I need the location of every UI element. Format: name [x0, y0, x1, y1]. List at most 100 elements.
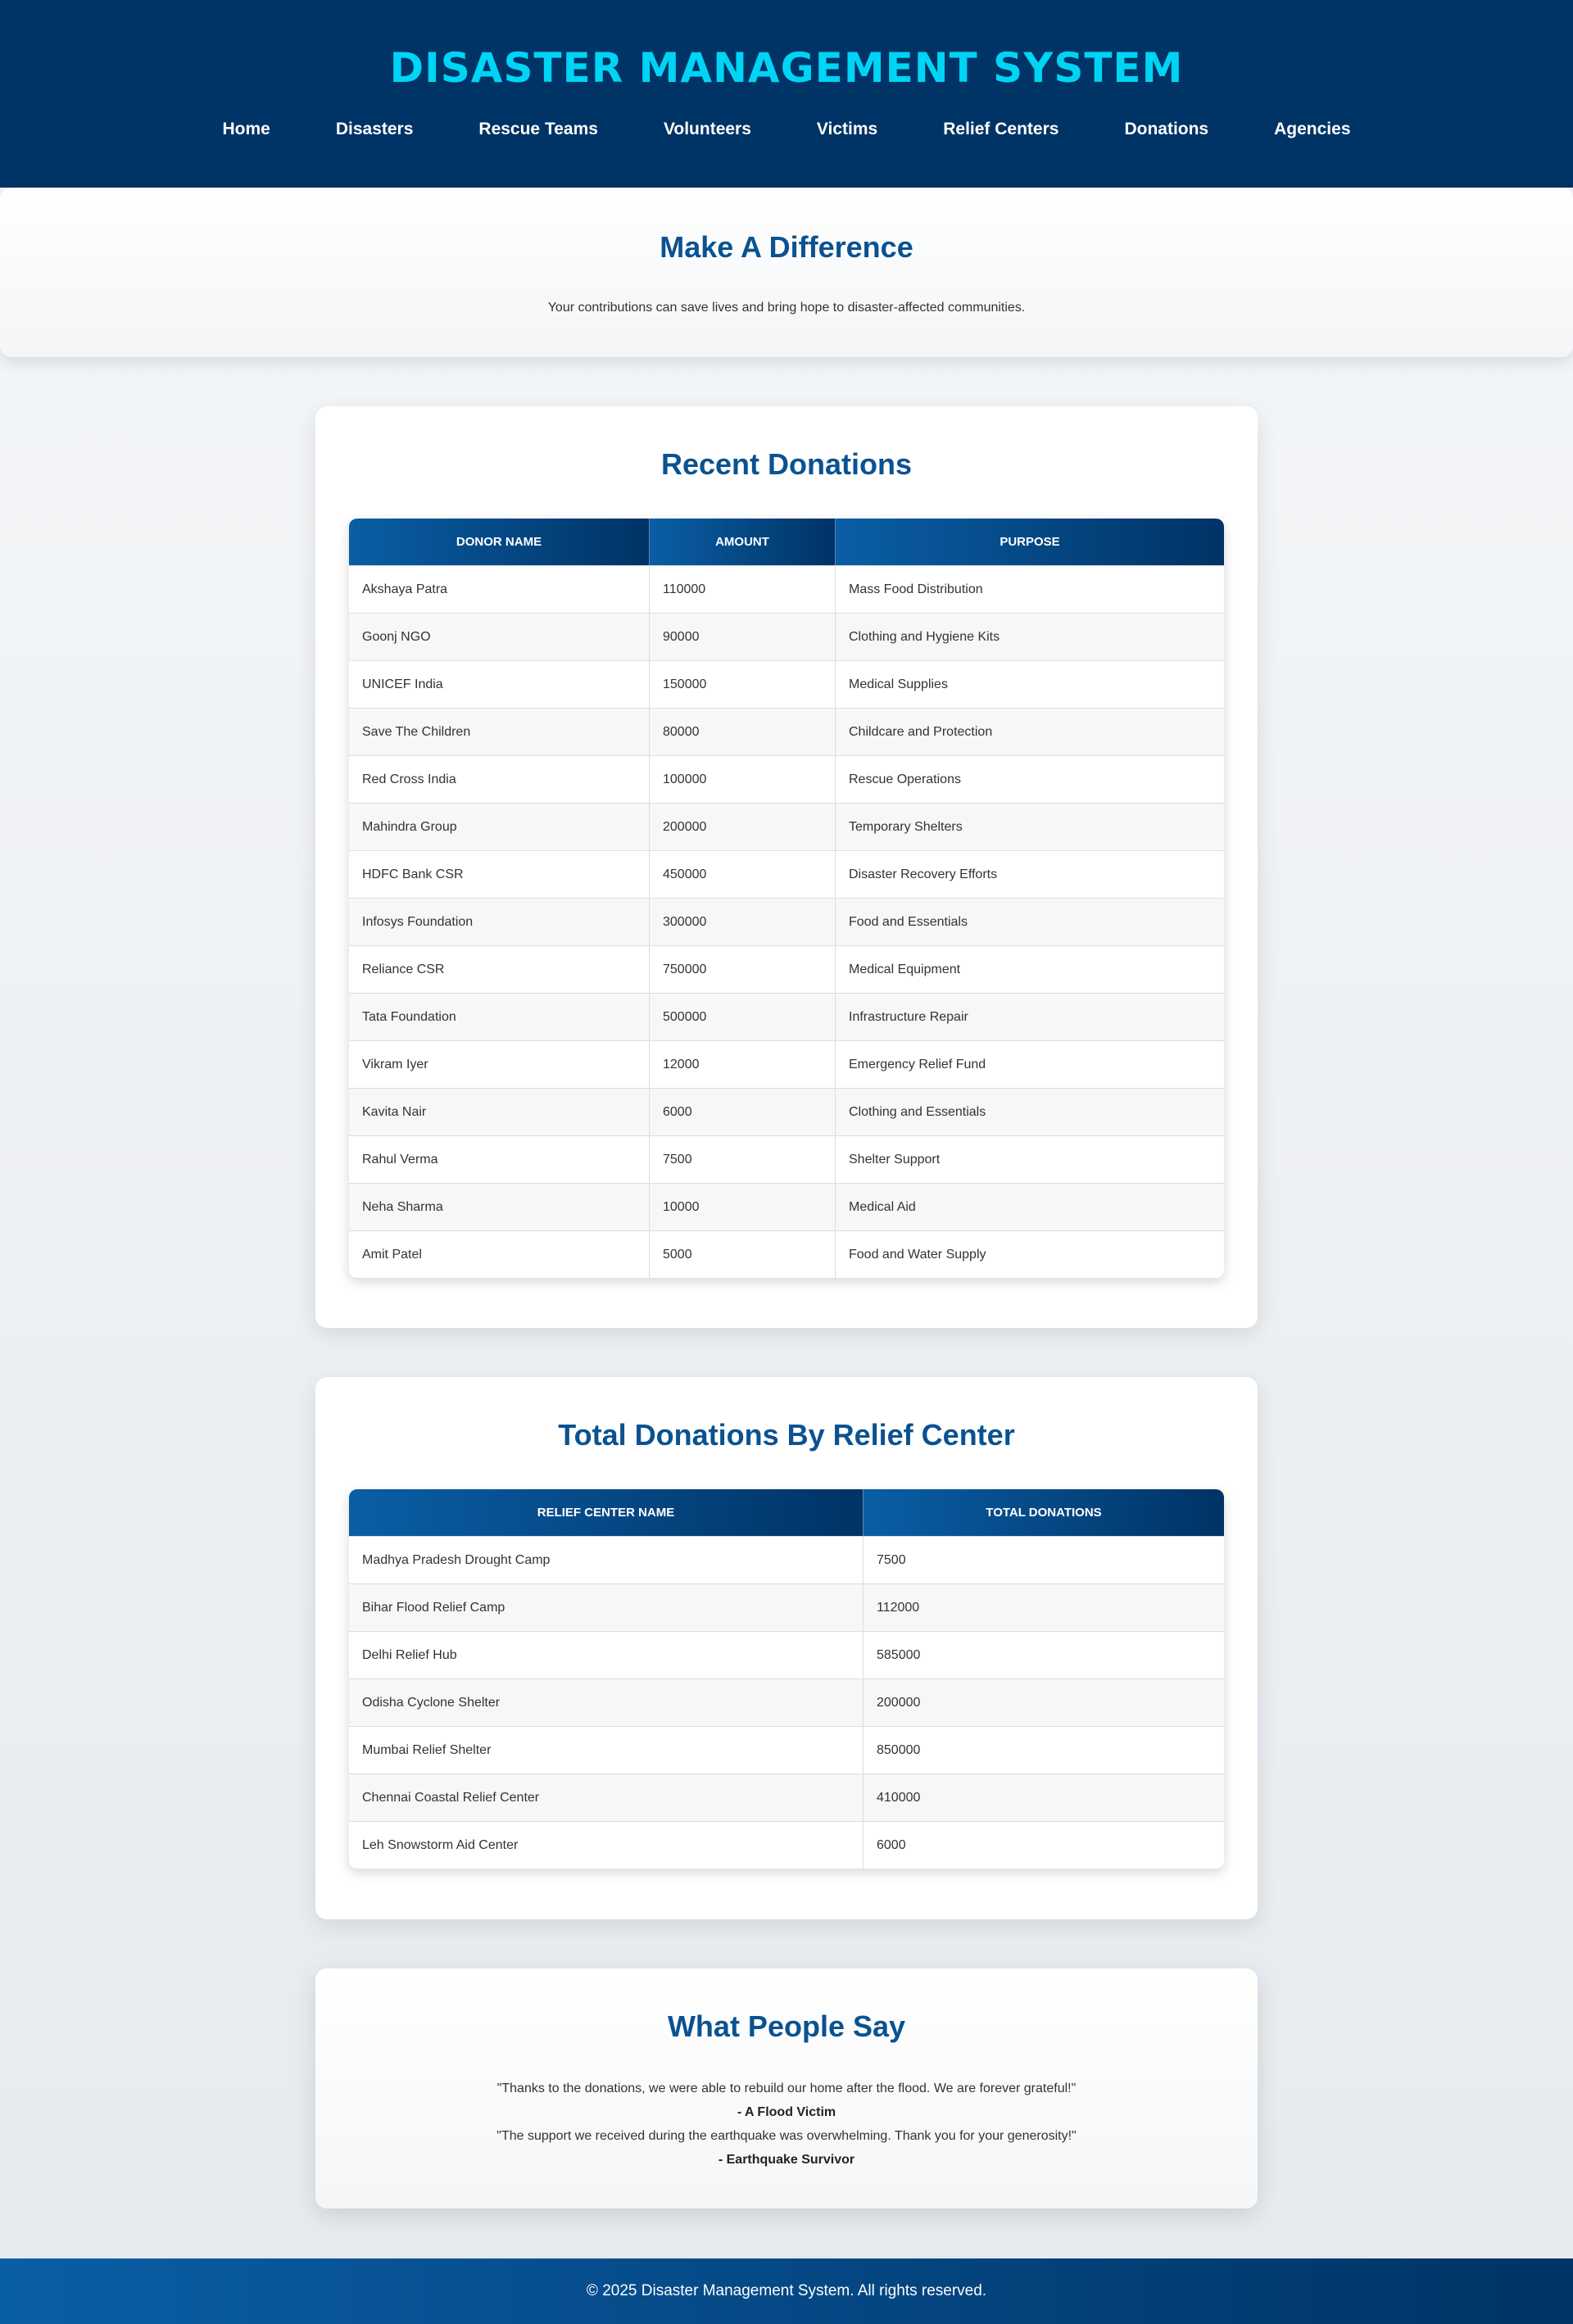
relief-center-name-cell: Chennai Coastal Relief Center [349, 1774, 864, 1821]
table-row: Akshaya Patra 110000 Mass Food Distributio… [349, 565, 1224, 613]
purpose-cell: Medical Aid [836, 1183, 1224, 1230]
purpose-cell: Infrastructure Repair [836, 993, 1224, 1040]
column-header-purpose: Purpose [836, 519, 1224, 565]
testimonials-heading: What People Say [667, 2009, 906, 2043]
donor-name-cell: Red Cross India [349, 755, 650, 803]
recent-donations-heading: Recent Donations [660, 447, 913, 481]
nav-rescue-teams[interactable]: Rescue Teams [446, 120, 631, 139]
purpose-cell: Medical Supplies [836, 660, 1224, 708]
total-donations-cell: 112000 [864, 1583, 1224, 1631]
table-header-row: Relief Center Name Total Donations [349, 1489, 1224, 1536]
testimonials-list: "Thanks to the donations, we were able t… [315, 2077, 1258, 2172]
total-donations-cell: 200000 [864, 1678, 1224, 1726]
amount-cell: 200000 [650, 803, 836, 850]
center-totals-body: Madhya Pradesh Drought Camp 7500 Bihar Fl… [349, 1536, 1224, 1869]
table-row: Amit Patel 5000 Food and Water Supply [349, 1230, 1224, 1278]
site-footer: © 2025 Disaster Management System. All r… [0, 2258, 1573, 2324]
relief-center-name-cell: Madhya Pradesh Drought Camp [349, 1536, 864, 1583]
amount-cell: 100000 [650, 755, 836, 803]
amount-cell: 300000 [650, 898, 836, 945]
nav-volunteers[interactable]: Volunteers [631, 120, 784, 139]
purpose-cell: Temporary Shelters [836, 803, 1224, 850]
hero-section: Make A Difference Your contributions can… [0, 188, 1573, 357]
testimonial-quote: "The support we received during the eart… [496, 2129, 1077, 2143]
donor-name-cell: Goonj NGO [349, 613, 650, 660]
donor-name-cell: UNICEF India [349, 660, 650, 708]
donor-name-cell: HDFC Bank CSR [349, 850, 650, 898]
purpose-cell: Emergency Relief Fund [836, 1040, 1224, 1088]
donor-name-cell: Infosys Foundation [349, 898, 650, 945]
table-row: Bihar Flood Relief Camp 112000 [349, 1583, 1224, 1631]
testimonial-author: - Earthquake Survivor [718, 2153, 855, 2167]
nav-agencies[interactable]: Agencies [1241, 120, 1383, 139]
amount-cell: 150000 [650, 660, 836, 708]
nav-relief-centers[interactable]: Relief Centers [910, 120, 1091, 139]
amount-cell: 6000 [650, 1088, 836, 1135]
purpose-cell: Shelter Support [836, 1135, 1224, 1183]
table-row: Mahindra Group 200000 Temporary Shelters [349, 803, 1224, 850]
amount-cell: 500000 [650, 993, 836, 1040]
column-header-donor-name: Donor Name [349, 519, 650, 565]
recent-donations-table: Donor Name Amount Purpose Akshaya Patra 1… [349, 519, 1224, 1278]
column-header-total-donations: Total Donations [864, 1489, 1224, 1536]
table-row: Mumbai Relief Shelter 850000 [349, 1726, 1224, 1774]
hero-heading: Make A Difference [660, 230, 913, 264]
amount-cell: 80000 [650, 708, 836, 755]
center-totals-heading: Total Donations By Relief Center [558, 1418, 1015, 1452]
purpose-cell: Clothing and Essentials [836, 1088, 1224, 1135]
site-title: DISASTER MANAGEMENT SYSTEM [389, 44, 1184, 92]
table-row: Neha Sharma 10000 Medical Aid [349, 1183, 1224, 1230]
amount-cell: 7500 [650, 1135, 836, 1183]
table-header-row: Donor Name Amount Purpose [349, 519, 1224, 565]
center-totals-card: Total Donations By Relief Center Relief … [315, 1377, 1258, 1919]
purpose-cell: Medical Equipment [836, 945, 1224, 993]
donor-name-cell: Amit Patel [349, 1230, 650, 1278]
table-row: UNICEF India 150000 Medical Supplies [349, 660, 1224, 708]
donor-name-cell: Reliance CSR [349, 945, 650, 993]
recent-donations-card: Recent Donations Donor Name Amount Purpo… [315, 406, 1258, 1328]
donor-name-cell: Tata Foundation [349, 993, 650, 1040]
relief-center-name-cell: Odisha Cyclone Shelter [349, 1678, 864, 1726]
total-donations-cell: 6000 [864, 1821, 1224, 1869]
donor-name-cell: Mahindra Group [349, 803, 650, 850]
nav-victims[interactable]: Victims [784, 120, 910, 139]
amount-cell: 110000 [650, 565, 836, 613]
main-nav: Home Disasters Rescue Teams Volunteers V… [0, 120, 1573, 139]
footer-copyright: © 2025 Disaster Management System. All r… [586, 2282, 987, 2299]
table-row: Save The Children 80000 Childcare and Prot… [349, 708, 1224, 755]
relief-center-name-cell: Leh Snowstorm Aid Center [349, 1821, 864, 1869]
table-row: HDFC Bank CSR 450000 Disaster Recovery Eff… [349, 850, 1224, 898]
hero-text: Your contributions can save lives and br… [547, 301, 1026, 315]
table-row: Chennai Coastal Relief Center 410000 [349, 1774, 1224, 1821]
nav-donations[interactable]: Donations [1091, 120, 1241, 139]
amount-cell: 90000 [650, 613, 836, 660]
total-donations-cell: 585000 [864, 1631, 1224, 1678]
relief-center-name-cell: Bihar Flood Relief Camp [349, 1583, 864, 1631]
table-row: Rahul Verma 7500 Shelter Support [349, 1135, 1224, 1183]
total-donations-cell: 7500 [864, 1536, 1224, 1583]
donor-name-cell: Save The Children [349, 708, 650, 755]
testimonials-card: What People Say "Thanks to the donations… [315, 1968, 1258, 2208]
amount-cell: 12000 [650, 1040, 836, 1088]
donor-name-cell: Rahul Verma [349, 1135, 650, 1183]
amount-cell: 750000 [650, 945, 836, 993]
purpose-cell: Food and Essentials [836, 898, 1224, 945]
donor-name-cell: Akshaya Patra [349, 565, 650, 613]
table-row: Reliance CSR 750000 Medical Equipment [349, 945, 1224, 993]
amount-cell: 10000 [650, 1183, 836, 1230]
table-row: Infosys Foundation 300000 Food and Essenti… [349, 898, 1224, 945]
nav-home[interactable]: Home [189, 120, 302, 139]
table-row: Madhya Pradesh Drought Camp 7500 [349, 1536, 1224, 1583]
relief-center-name-cell: Mumbai Relief Shelter [349, 1726, 864, 1774]
table-row: Kavita Nair 6000 Clothing and Essentials [349, 1088, 1224, 1135]
column-header-relief-center-name: Relief Center Name [349, 1489, 864, 1536]
nav-disasters[interactable]: Disasters [303, 120, 447, 139]
table-row: Delhi Relief Hub 585000 [349, 1631, 1224, 1678]
purpose-cell: Mass Food Distribution [836, 565, 1224, 613]
purpose-cell: Food and Water Supply [836, 1230, 1224, 1278]
amount-cell: 450000 [650, 850, 836, 898]
site-header: DISASTER MANAGEMENT SYSTEM Home Disaster… [0, 0, 1573, 188]
amount-cell: 5000 [650, 1230, 836, 1278]
purpose-cell: Disaster Recovery Efforts [836, 850, 1224, 898]
donor-name-cell: Vikram Iyer [349, 1040, 650, 1088]
